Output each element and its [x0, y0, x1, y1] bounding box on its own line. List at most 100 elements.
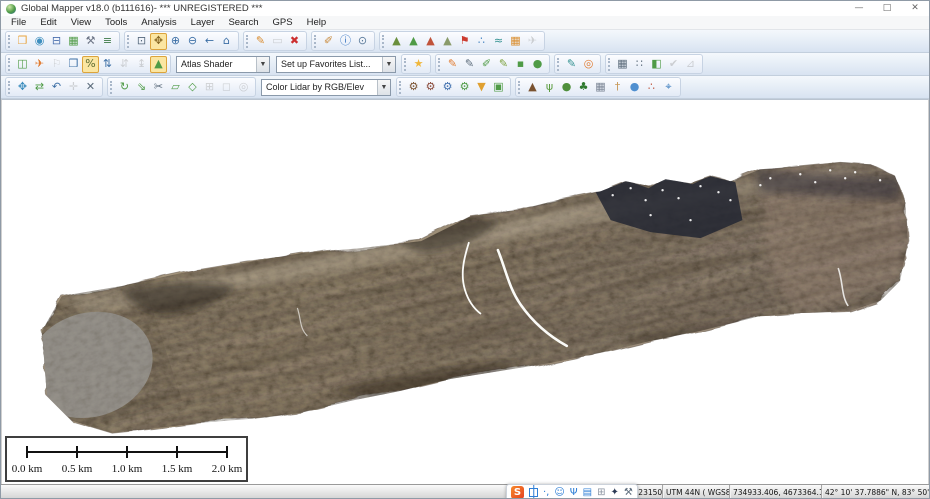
join-lines-icon[interactable]: ▱	[167, 79, 184, 96]
sogou-logo[interactable]: S	[511, 486, 524, 499]
search-vector-data-icon[interactable]: ⊙	[354, 33, 371, 50]
toolbar-grip[interactable]	[127, 35, 130, 48]
settings-wrench-icon[interactable]: ⚒	[624, 485, 633, 499]
menu-search[interactable]: Search	[221, 17, 265, 28]
feature-info-icon[interactable]: ⓘ	[337, 33, 354, 50]
save-workspace-icon[interactable]: ⊟	[48, 33, 65, 50]
undo-move-icon[interactable]: ↶	[48, 79, 65, 96]
water-level-rise-icon[interactable]: ∴	[473, 33, 490, 50]
view-shed-icon[interactable]: ▲	[422, 33, 439, 50]
online-data-icon[interactable]: ◉	[31, 33, 48, 50]
toolbar-grip[interactable]	[608, 58, 611, 71]
create-rectangle-feature-icon[interactable]: ▪	[512, 56, 529, 73]
favorites-star-icon[interactable]: ★	[410, 56, 427, 73]
emoji-icon[interactable]: ☺	[554, 485, 564, 499]
chevron-down-icon[interactable]: ▼	[382, 57, 395, 72]
toolbar-grip[interactable]	[399, 81, 402, 94]
perpendicular-profile-icon[interactable]: %	[82, 56, 99, 73]
toolbar-grip[interactable]	[314, 35, 317, 48]
open-data-icon[interactable]: ❐	[14, 33, 31, 50]
class-water-icon[interactable]: ●	[626, 79, 643, 96]
toolbar-grip[interactable]	[404, 58, 407, 71]
walk-mode-icon[interactable]: ✈	[31, 56, 48, 73]
auto-classify-buildings-icon[interactable]: ⚙	[439, 79, 456, 96]
overlay-control-center-icon[interactable]: ≡	[99, 33, 116, 50]
watershed-icon[interactable]: ▲	[439, 33, 456, 50]
atlas-shader-icon[interactable]: ▲	[150, 56, 167, 73]
vertex-edit-icon[interactable]: ∷	[631, 56, 648, 73]
toolbar-grip[interactable]	[246, 35, 249, 48]
view-3d-icon[interactable]: ❒	[65, 56, 82, 73]
configuration-icon[interactable]: ⚒	[82, 33, 99, 50]
delete-vertex-icon[interactable]: ✕	[82, 79, 99, 96]
skin-icon[interactable]: ✦	[611, 485, 619, 499]
toolbar-grip[interactable]	[8, 35, 11, 48]
pan-tool-icon[interactable]: ✥	[14, 79, 31, 96]
select-lidar-icon[interactable]: ⌖	[660, 79, 677, 96]
lidar-edit-icon[interactable]: ▣	[490, 79, 507, 96]
class-high-vegetation-icon[interactable]: ♣	[575, 79, 592, 96]
chinese-mode-icon[interactable]	[529, 488, 538, 497]
punctuation-icon[interactable]: ·,	[543, 485, 549, 499]
toolbar-grip[interactable]	[8, 81, 11, 94]
create-spline-feature-icon[interactable]: ✐	[478, 56, 495, 73]
zoom-previous-icon[interactable]: ←	[201, 33, 218, 50]
auto-classify-vegetation-icon[interactable]: ⚙	[456, 79, 473, 96]
minimize-button[interactable]: —	[845, 1, 873, 16]
voice-input-icon[interactable]: Ψ	[570, 485, 578, 499]
create-line-feature-icon[interactable]: ✎	[461, 56, 478, 73]
menu-edit[interactable]: Edit	[33, 17, 63, 28]
keyboard-icon[interactable]: ▤	[583, 485, 592, 499]
contour-generation-icon[interactable]: ≈	[490, 33, 507, 50]
zoom-out-icon[interactable]: ⊖	[184, 33, 201, 50]
favorites-combo[interactable]: Set up Favorites List...▼	[276, 56, 396, 73]
map-area[interactable]: 0.0 km0.5 km1.0 km1.5 km2.0 km	[1, 99, 929, 484]
menu-analysis[interactable]: Analysis	[134, 17, 183, 28]
class-medium-vegetation-icon[interactable]: ●	[558, 79, 575, 96]
zoom-rect-icon[interactable]: ⊡	[133, 33, 150, 50]
scale-feature-icon[interactable]: ⇘	[133, 79, 150, 96]
rotate-feature-icon[interactable]: ↻	[116, 79, 133, 96]
create-point-symbol-icon[interactable]: ●	[529, 56, 546, 73]
edit-feature-icon[interactable]: ✎	[563, 56, 580, 73]
chevron-down-icon[interactable]: ▼	[377, 80, 390, 95]
toolbar-grip[interactable]	[557, 58, 560, 71]
full-view-icon[interactable]: ⌂	[218, 33, 235, 50]
class-noise-icon[interactable]: ∴	[643, 79, 660, 96]
auto-classify-noise-icon[interactable]: ⚙	[422, 79, 439, 96]
delete-selected-icon[interactable]: ✖	[286, 33, 303, 50]
zoom-in-icon[interactable]: ⊕	[167, 33, 184, 50]
toolbar-grip[interactable]	[382, 35, 385, 48]
split-line-icon[interactable]: ✂	[150, 79, 167, 96]
hill-shading-icon[interactable]: ▦	[507, 33, 524, 50]
digitizer-tool-icon[interactable]: ✎	[252, 33, 269, 50]
move-feature-icon[interactable]: ⇄	[31, 79, 48, 96]
toolbar-grip[interactable]	[518, 81, 521, 94]
toolbar-grip[interactable]	[110, 81, 113, 94]
menu-tools[interactable]: Tools	[98, 17, 134, 28]
toolbox-icon[interactable]: ⊞	[597, 485, 605, 499]
menu-help[interactable]: Help	[300, 17, 334, 28]
apply-style-icon[interactable]: ◧	[648, 56, 665, 73]
simplify-line-icon[interactable]: ◇	[184, 79, 201, 96]
auto-classify-ground-icon[interactable]: ⚙	[405, 79, 422, 96]
toolbar-grip[interactable]	[8, 58, 11, 71]
lidar-filter-icon[interactable]: ▼	[473, 79, 490, 96]
maximize-button[interactable]: □	[873, 1, 901, 16]
ime-toolbar[interactable]: S ·, ☺ Ψ ▤ ⊞ ✦ ⚒	[506, 484, 638, 499]
select-target-icon[interactable]: ◎	[580, 56, 597, 73]
path-profile-icon[interactable]: ▲	[388, 33, 405, 50]
class-low-vegetation-icon[interactable]: ψ	[541, 79, 558, 96]
toolbar-grip[interactable]	[438, 58, 441, 71]
menu-layer[interactable]: Layer	[184, 17, 222, 28]
class-powerline-icon[interactable]: †	[609, 79, 626, 96]
map-layout-panel-icon[interactable]: ◫	[14, 56, 31, 73]
fly-through-icon[interactable]: ⚑	[456, 33, 473, 50]
lidar-color-combo[interactable]: Color Lidar by RGB/Elev▼	[261, 79, 391, 96]
measure-tool-icon[interactable]: ✐	[320, 33, 337, 50]
menu-gps[interactable]: GPS	[266, 17, 300, 28]
map-layout-icon[interactable]: ▦	[65, 33, 82, 50]
class-building-icon[interactable]: ▦	[592, 79, 609, 96]
grab-pan-icon[interactable]: ✥	[150, 33, 167, 50]
class-ground-icon[interactable]: ▲	[524, 79, 541, 96]
